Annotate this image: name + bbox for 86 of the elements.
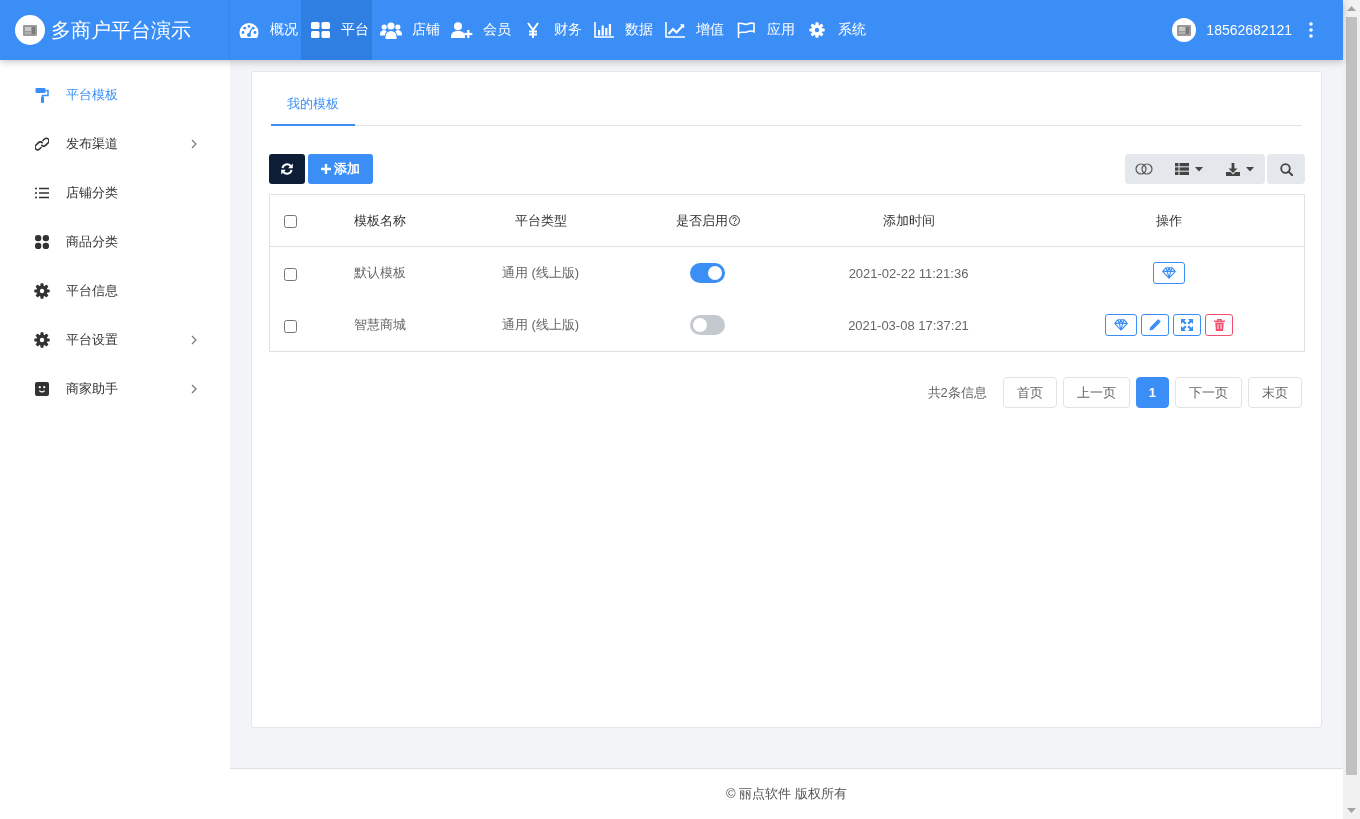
column-header: 平台类型 xyxy=(514,211,567,230)
column-header: 操作 xyxy=(1156,211,1183,230)
refresh-button[interactable] xyxy=(269,154,305,184)
table-cell: 通用 (线上版) xyxy=(501,317,580,332)
list-icon xyxy=(1174,163,1189,175)
search-button[interactable] xyxy=(1267,154,1305,184)
search-icon xyxy=(1279,162,1293,176)
paint-roller-icon xyxy=(35,86,49,103)
sidebar-item[interactable]: 商家助手 xyxy=(0,364,230,413)
gauge-icon xyxy=(239,22,259,38)
nav-tab[interactable]: 平台 xyxy=(301,0,372,60)
nav-tab[interactable]: 店铺 xyxy=(372,0,443,60)
gear-icon xyxy=(34,282,50,299)
nav-tab[interactable]: 应用 xyxy=(727,0,798,60)
toggle-switch[interactable] xyxy=(690,315,725,335)
column-header: 模板名称 xyxy=(353,211,406,230)
table-cell: 2021-02-22 11:21:36 xyxy=(848,265,969,281)
nav-tab[interactable]: 会员 xyxy=(443,0,514,60)
caret-icon xyxy=(1245,166,1254,172)
copyright-text: © 丽点软件 版权所有 xyxy=(726,785,847,803)
record-count: 共2条信息 xyxy=(927,383,987,402)
sidebar-item[interactable]: 商品分类 xyxy=(0,217,230,266)
sidebar-item[interactable]: 平台信息 xyxy=(0,266,230,315)
grid-icon xyxy=(35,234,49,249)
nav-tab[interactable]: 财务 xyxy=(514,0,585,60)
expand-icon xyxy=(1181,319,1194,331)
download-icon xyxy=(1225,162,1240,176)
logo-icon xyxy=(15,15,45,45)
smiley-icon xyxy=(35,381,49,396)
table-cell: 默认模板 xyxy=(353,265,406,280)
row-checkbox[interactable] xyxy=(283,267,297,281)
diamond-button[interactable] xyxy=(1105,314,1138,336)
avatar-icon[interactable] xyxy=(1172,18,1197,42)
page-button[interactable]: 下一页 xyxy=(1175,377,1242,408)
nav-tab[interactable]: 概况 xyxy=(230,0,301,60)
sidebar-item[interactable]: 平台设置 xyxy=(0,315,230,364)
nav-tab[interactable]: 增值 xyxy=(656,0,727,60)
table-cell: 智慧商城 xyxy=(353,317,406,332)
scroll-down-icon[interactable] xyxy=(1347,808,1356,813)
diamond-icon xyxy=(1114,319,1129,331)
diamond-icon xyxy=(1162,267,1177,279)
tab[interactable]: 我的模板 xyxy=(271,88,355,126)
delete-button[interactable] xyxy=(1205,314,1234,336)
refresh-icon xyxy=(281,163,293,175)
plus-icon xyxy=(321,164,331,174)
users-icon xyxy=(380,21,402,39)
scrollbar[interactable] xyxy=(1343,0,1360,819)
table-cell: 2021-03-08 17:37:21 xyxy=(848,317,969,333)
pencil-icon xyxy=(1149,319,1162,331)
scroll-up-icon[interactable] xyxy=(1347,6,1356,11)
user-plus-icon xyxy=(451,22,473,38)
sidebar-item[interactable]: 平台模板 xyxy=(0,70,230,119)
brand-title: 多商户平台演示 xyxy=(51,17,191,43)
nav-tab[interactable]: 系统 xyxy=(798,0,869,60)
bar-chart-icon xyxy=(594,22,614,38)
nav-tab[interactable]: 数据 xyxy=(585,0,656,60)
grid-icon xyxy=(310,22,330,38)
line-chart-icon xyxy=(665,22,685,38)
trash-icon xyxy=(1213,319,1225,331)
column-header: 是否启用 xyxy=(675,211,728,230)
diamond-button[interactable] xyxy=(1153,262,1186,284)
page-button[interactable]: 上一页 xyxy=(1062,377,1130,408)
list-icon xyxy=(35,186,49,199)
user-name[interactable]: 18562682121 xyxy=(1206,22,1292,38)
page-button[interactable]: 1 xyxy=(1135,377,1169,408)
row-checkbox[interactable] xyxy=(283,319,297,333)
expand-button[interactable] xyxy=(1173,314,1202,336)
select-all-checkbox[interactable] xyxy=(283,215,297,229)
add-button[interactable]: 添加 xyxy=(308,154,373,184)
yen-icon xyxy=(527,22,539,38)
flag-icon xyxy=(737,22,755,38)
caret-icon xyxy=(1194,166,1203,172)
page-button[interactable]: 首页 xyxy=(1002,377,1057,408)
toggle-switch[interactable] xyxy=(690,263,725,283)
sidebar-item[interactable]: 店铺分类 xyxy=(0,168,230,217)
scroll-thumb[interactable] xyxy=(1346,17,1357,775)
gear-icon xyxy=(34,331,50,348)
more-menu-icon[interactable] xyxy=(1309,22,1313,38)
link-icon xyxy=(35,136,49,151)
table-cell: 通用 (线上版) xyxy=(501,265,580,280)
gear-icon xyxy=(809,22,825,38)
page-button[interactable]: 末页 xyxy=(1248,377,1302,408)
two-circles-icon xyxy=(1135,163,1153,175)
edit-button[interactable] xyxy=(1141,314,1170,336)
column-header: 添加时间 xyxy=(882,211,935,230)
sidebar-item[interactable]: 发布渠道 xyxy=(0,119,230,168)
